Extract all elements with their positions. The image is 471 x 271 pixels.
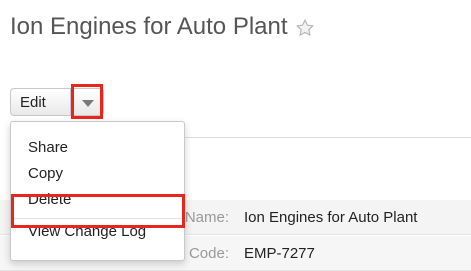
edit-button[interactable]: Edit <box>10 88 70 116</box>
dropdown-toggle-highlight <box>71 84 103 119</box>
record-title-text: Ion Engines for Auto Plant <box>10 13 288 40</box>
menu-item-copy[interactable]: Copy <box>28 165 63 182</box>
delete-highlight <box>11 194 185 228</box>
detail-label: Name: <box>184 209 229 226</box>
actions-dropdown-menu: Share Copy Delete View Change Log <box>10 121 185 261</box>
detail-label: Code: <box>188 245 229 262</box>
section-divider <box>182 137 471 138</box>
star-outline-icon[interactable] <box>295 17 315 37</box>
record-title: Ion Engines for Auto Plant <box>10 13 315 41</box>
detail-value: Ion Engines for Auto Plant <box>244 209 418 226</box>
detail-value: EMP-7277 <box>244 245 315 262</box>
menu-item-share[interactable]: Share <box>28 139 68 156</box>
